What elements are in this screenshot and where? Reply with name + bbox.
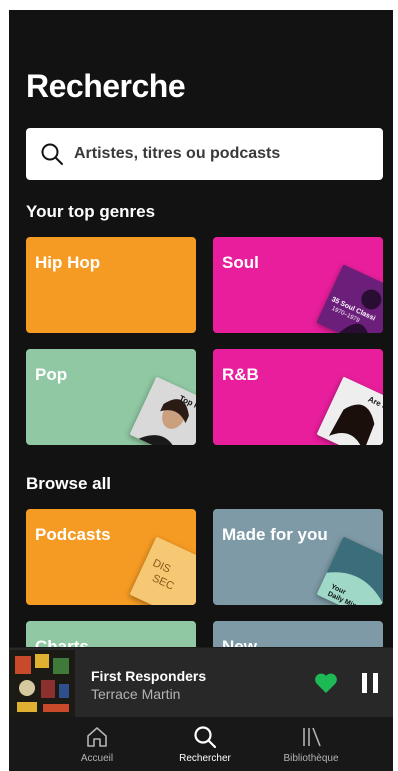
card-label: Hip Hop (35, 253, 101, 272)
pause-icon[interactable] (361, 672, 379, 694)
search-icon (41, 143, 63, 165)
search-input[interactable]: Artistes, titres ou podcasts (26, 128, 383, 180)
library-icon (303, 727, 321, 747)
track-artist: Terrace Martin (91, 686, 181, 702)
playlist-cover-art: Top H (129, 376, 196, 445)
search-icon (194, 726, 217, 749)
genre-card-rnb[interactable]: R&B Are & (213, 349, 383, 445)
tab-label: Rechercher (179, 753, 231, 764)
daily-mix-cover-art: Your Daily Mix 1 (316, 536, 383, 605)
heart-icon[interactable] (314, 672, 338, 694)
podcast-cover-art: DIS SEC (129, 536, 196, 605)
tab-search[interactable]: Rechercher (155, 725, 255, 764)
bottom-tab-bar: Accueil Rechercher Bibliothèque (9, 717, 393, 771)
genre-card-soul[interactable]: Soul 35 Soul Classi 1970–1979 (213, 237, 383, 333)
section-title-top-genres: Your top genres (26, 202, 156, 221)
now-playing-bar[interactable]: First Responders Terrace Martin (9, 647, 393, 718)
playlist-cover-art: 35 Soul Classi 1970–1979 (316, 264, 383, 333)
tab-label: Accueil (80, 753, 114, 764)
search-placeholder: Artistes, titres ou podcasts (74, 145, 281, 162)
album-cover (9, 650, 75, 718)
genre-card-pop[interactable]: Pop Top H (26, 349, 196, 445)
track-title: First Responders (91, 668, 207, 684)
section-title-browse-all: Browse all (26, 474, 112, 493)
card-label: R&B (222, 365, 259, 384)
card-label: Podcasts (35, 525, 111, 544)
home-icon (87, 727, 107, 747)
card-label: Soul (222, 253, 259, 272)
browse-card-made-for-you[interactable]: Made for you Your Daily Mix 1 (213, 509, 383, 605)
tab-library[interactable]: Bibliothèque (261, 725, 361, 764)
page-title: Recherche (26, 68, 186, 104)
card-label: Made for you (222, 525, 328, 544)
genre-card-hip-hop[interactable]: Hip Hop (26, 237, 196, 333)
app-screen: Recherche Artistes, titres ou podcasts Y… (9, 10, 393, 771)
playlist-cover-art: Are & (316, 376, 383, 445)
card-label: Pop (35, 365, 68, 384)
tab-home[interactable]: Accueil (47, 725, 147, 764)
tab-label: Bibliothèque (283, 753, 339, 764)
browse-card-podcasts[interactable]: Podcasts DIS SEC (26, 509, 196, 605)
